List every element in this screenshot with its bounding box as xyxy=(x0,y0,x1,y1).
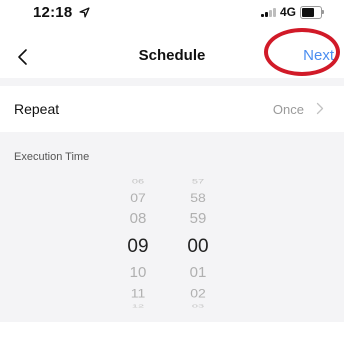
selected-minute: 00 xyxy=(187,236,209,257)
status-time: 12:18 xyxy=(33,4,90,21)
location-arrow-icon xyxy=(79,7,90,18)
repeat-value: Once xyxy=(272,101,304,117)
signal-icon xyxy=(260,7,276,17)
network-type: 4G xyxy=(279,5,296,19)
battery-icon xyxy=(300,5,324,19)
minute-option: 02 xyxy=(190,286,206,300)
status-indicators: 4G xyxy=(260,5,324,19)
repeat-row[interactable]: Repeat Once xyxy=(0,86,344,132)
hour-option: 07 xyxy=(130,191,146,205)
hour-option: 06 xyxy=(131,178,145,186)
selected-hour: 09 xyxy=(127,236,149,257)
execution-time-header: Execution Time xyxy=(14,151,90,163)
settings-section xyxy=(0,322,344,345)
hour-option: 11 xyxy=(130,286,146,300)
hour-option: 08 xyxy=(129,210,147,227)
repeat-label: Repeat xyxy=(14,101,60,117)
time-picker: 06 07 08 09 10 11 12 57 58 59 00 01 02 0… xyxy=(0,172,344,312)
minute-option: 57 xyxy=(191,178,205,186)
minute-option: 01 xyxy=(189,264,207,281)
minute-wheel[interactable]: 57 58 59 00 01 02 03 xyxy=(168,172,228,312)
next-button-highlight-circle xyxy=(264,28,340,76)
minute-option: 03 xyxy=(191,303,205,309)
hour-option: 12 xyxy=(131,303,145,309)
minute-option: 59 xyxy=(189,210,207,227)
hour-wheel[interactable]: 06 07 08 09 10 11 12 xyxy=(108,172,168,312)
hour-option: 10 xyxy=(129,264,147,281)
minute-option: 58 xyxy=(190,191,206,205)
chevron-right-icon xyxy=(316,102,324,115)
